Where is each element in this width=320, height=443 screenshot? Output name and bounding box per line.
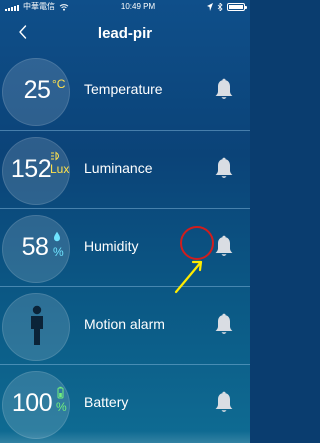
sensor-row-humidity[interactable]: 58 % Humidity [0, 208, 250, 286]
light-icon [51, 151, 59, 161]
bell-icon [215, 78, 233, 99]
battery-unit: % [56, 400, 67, 414]
bell-icon [215, 391, 233, 412]
signal-icon [5, 4, 19, 11]
battery-label: Battery [84, 394, 129, 410]
status-bar: 中華電信 10:49 PM [0, 0, 250, 14]
status-right [207, 3, 247, 11]
temperature-label: Temperature [84, 81, 163, 97]
motion-alarm-label: Motion alarm [84, 316, 165, 332]
back-button[interactable] [12, 20, 32, 44]
humidity-alert-button[interactable] [212, 233, 236, 261]
sensor-row-luminance[interactable]: 152 Lux Luminance [0, 130, 250, 208]
sensor-row-temperature[interactable]: 25 °C Temperature [0, 52, 250, 130]
time-label: 10:49 PM [120, 2, 156, 11]
sensor-list: 25 °C Temperature 152 Lux Luminance 58 %… [0, 52, 250, 442]
humidity-label: Humidity [84, 238, 139, 254]
chevron-left-icon [18, 25, 26, 39]
humidity-unit: % [53, 245, 64, 259]
luminance-alert-button[interactable] [212, 155, 236, 183]
screen: 中華電信 10:49 PM lead-pir 25 °C Temperature… [0, 0, 250, 443]
page-title: lead-pir [97, 24, 153, 42]
battery-level-icon [57, 386, 64, 399]
carrier-label: 中華電信 [23, 2, 55, 11]
battery-alert-button[interactable] [212, 389, 236, 417]
person-icon [31, 305, 43, 345]
navigation-bar: lead-pir [0, 16, 250, 50]
bell-icon [215, 313, 233, 334]
bell-icon [215, 157, 233, 178]
wifi-icon [59, 4, 69, 11]
temperature-unit: °C [52, 77, 66, 91]
motion-alarm-alert-button[interactable] [212, 311, 236, 339]
humidity-drop-icon [54, 231, 60, 242]
luminance-unit: Lux [50, 162, 70, 176]
bell-icon [215, 235, 233, 256]
luminance-label: Luminance [84, 160, 153, 176]
bluetooth-icon [217, 3, 223, 11]
battery-status-icon [227, 3, 247, 11]
status-left: 中華電信 [5, 0, 69, 14]
sensor-row-motion-alarm[interactable]: Motion alarm [0, 286, 250, 364]
battery-status-fill [229, 5, 243, 9]
temperature-alert-button[interactable] [212, 76, 236, 104]
location-icon [207, 3, 213, 11]
bottom-fade [0, 431, 250, 443]
